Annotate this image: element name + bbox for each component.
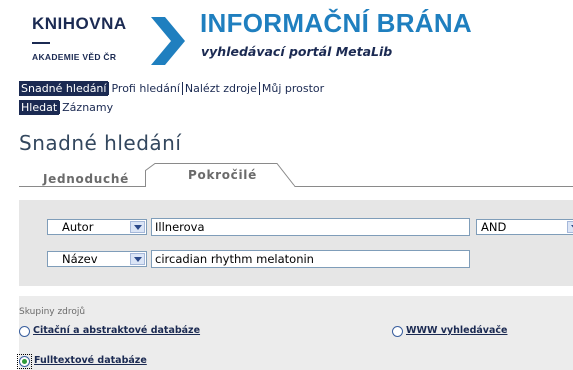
logo-rule: [32, 42, 50, 44]
resource-groups-label: Skupiny zdrojů: [19, 307, 86, 317]
nav-easy-search[interactable]: Snadné hledání: [19, 81, 109, 96]
library-subtitle: AKADEMIE VĚD ČR: [32, 52, 117, 62]
nav-advanced-search[interactable]: Profi hledání: [109, 81, 181, 96]
header: KNIHOVNA AKADEMIE VĚD ČR INFORMAČNÍ BRÁN…: [0, 0, 573, 80]
nav-records[interactable]: Záznamy: [60, 100, 115, 115]
nav-my-space[interactable]: Můj prostor: [260, 81, 326, 96]
primary-nav: Snadné hledání Profi hledání Nalézt zdro…: [19, 81, 326, 96]
radio-web-search-engines-label[interactable]: WWW vyhledávače: [406, 325, 507, 336]
nav-find-resources[interactable]: Nalézt zdroje: [183, 81, 259, 96]
chevron-logo-icon: [151, 17, 185, 65]
radio-citation-databases[interactable]: [19, 326, 30, 337]
search-input-1[interactable]: Illnerova: [151, 218, 470, 236]
chevron-down-icon[interactable]: [130, 253, 145, 265]
operator-select-value: AND: [481, 220, 507, 234]
field-select-2-value: Název: [62, 252, 98, 266]
tab-advanced[interactable]: Pokročilé: [188, 168, 257, 182]
search-input-2[interactable]: circadian rhythm melatonin: [151, 250, 470, 268]
chevron-down-icon[interactable]: [130, 221, 145, 233]
field-select-1-value: Autor: [62, 220, 94, 234]
nav-search[interactable]: Hledat: [19, 100, 60, 115]
portal-title: INFORMAČNÍ BRÁNA: [200, 8, 472, 38]
library-name: KNIHOVNA: [32, 14, 127, 33]
radio-fulltext-databases-label[interactable]: Fulltextové databáze: [34, 355, 147, 366]
radio-web-search-engines[interactable]: [392, 326, 403, 337]
operator-select[interactable]: AND: [476, 219, 573, 235]
page-title: Snadné hledání: [19, 131, 182, 155]
search-form-panel: [19, 200, 573, 286]
radio-citation-databases-label[interactable]: Citační a abstraktové databáze: [33, 325, 200, 336]
portal-subtitle: vyhledávací portál MetaLib: [201, 44, 393, 59]
field-select-1[interactable]: Autor: [47, 219, 147, 235]
field-select-2[interactable]: Název: [47, 251, 147, 267]
tab-simple[interactable]: Jednoduché: [43, 172, 129, 186]
chevron-down-icon[interactable]: [567, 221, 573, 233]
tab-bar: Jednoduché Pokročilé: [19, 163, 573, 193]
secondary-nav: Hledat Záznamy: [19, 100, 115, 115]
radio-fulltext-databases[interactable]: [19, 356, 30, 367]
